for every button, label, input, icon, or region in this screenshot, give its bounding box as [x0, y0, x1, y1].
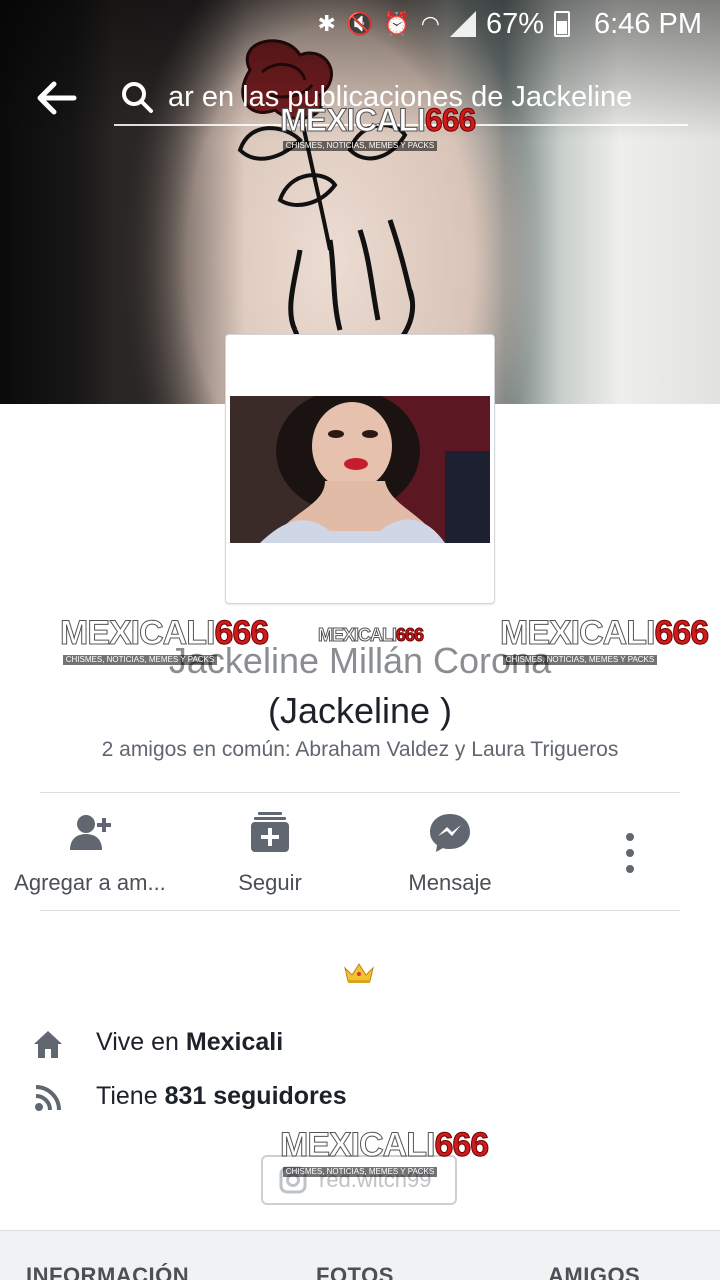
watermark-tagline: CHISMES, NOTICIAS, MEMES Y PACKS	[62, 655, 218, 665]
divider	[40, 910, 680, 911]
message-button[interactable]: Mensaje	[360, 800, 540, 910]
tab-fotos[interactable]: FOTOS	[316, 1263, 394, 1280]
mutual-friends[interactable]: 2 amigos en común: Abraham Valdez y Laur…	[0, 738, 720, 762]
clock: 6:46 PM	[594, 7, 702, 40]
watermark-number: 666	[396, 625, 425, 645]
watermark-logo: MEXICALI666	[317, 625, 424, 645]
watermark-brand: MEXICALI	[59, 614, 215, 652]
alarm-icon: ⏰	[383, 11, 411, 36]
mute-icon: 🔇	[345, 11, 374, 36]
watermark-brand: MEXICALI	[317, 625, 397, 645]
tab-informacion[interactable]: INFORMACIÓN	[26, 1263, 189, 1280]
follow-button[interactable]: Seguir	[180, 800, 360, 910]
divider	[40, 792, 680, 793]
watermark-number: 666	[214, 614, 270, 652]
messenger-icon	[430, 814, 470, 852]
watermark-number: 666	[424, 102, 476, 138]
watermark-brand: MEXICALI	[499, 614, 655, 652]
followers-prefix: Tiene	[96, 1082, 165, 1110]
profile-photo	[230, 396, 490, 543]
add-friend-button[interactable]: Agregar a am...	[0, 800, 180, 910]
tab-amigos[interactable]: AMIGOS	[548, 1263, 640, 1280]
search-icon	[122, 82, 153, 113]
lives-in-row: Vive en Mexicali	[0, 1024, 720, 1064]
signal-icon	[449, 11, 476, 37]
wifi-icon: ◠	[420, 11, 440, 36]
bluetooth-icon: ✱	[317, 11, 336, 36]
profile-name-line2: (Jackeline )	[267, 690, 453, 731]
add-friend-icon	[70, 815, 111, 850]
crown-icon	[344, 963, 374, 983]
battery-percent: 67%	[485, 7, 544, 40]
watermark-logo: MEXICALI666 CHISMES, NOTICIAS, MEMES Y P…	[280, 102, 477, 152]
profile-picture-frame[interactable]	[225, 334, 495, 604]
follow-icon	[251, 812, 289, 852]
lives-city[interactable]: Mexicali	[186, 1028, 283, 1056]
more-options-icon[interactable]	[612, 830, 648, 876]
watermark-tagline: CHISMES, NOTICIAS, MEMES Y PACKS	[282, 141, 438, 151]
rss-feed-icon	[35, 1085, 61, 1111]
lives-prefix: Vive en	[96, 1028, 186, 1056]
watermark-number: 666	[434, 1126, 490, 1164]
status-bar: ✱ 🔇 ⏰ ◠ 67% 6:46 PM	[0, 0, 720, 48]
back-arrow-icon[interactable]	[34, 78, 78, 118]
followers-count[interactable]: 831 seguidores	[165, 1082, 347, 1110]
battery-icon	[554, 11, 570, 37]
message-label: Mensaje	[408, 870, 492, 895]
followers-row: Tiene 831 seguidores	[0, 1078, 720, 1118]
add-friend-label: Agregar a am...	[14, 870, 166, 895]
watermark-tagline: CHISMES, NOTICIAS, MEMES Y PACKS	[502, 655, 658, 665]
watermark-logo: MEXICALI666 CHISMES, NOTICIAS, MEMES Y P…	[59, 614, 270, 666]
watermark-logo: MEXICALI666 CHISMES, NOTICIAS, MEMES Y P…	[279, 1126, 490, 1178]
follow-label: Seguir	[238, 870, 302, 895]
watermark-tagline: CHISMES, NOTICIAS, MEMES Y PACKS	[282, 1167, 438, 1177]
watermark-brand: MEXICALI	[280, 102, 427, 138]
watermark-logo: MEXICALI666 CHISMES, NOTICIAS, MEMES Y P…	[499, 614, 710, 666]
watermark-number: 666	[654, 614, 710, 652]
action-bar: Agregar a am... Seguir Mensaje	[0, 800, 720, 910]
profile-tabs: INFORMACIÓN FOTOS AMIGOS	[0, 1230, 720, 1280]
watermark-brand: MEXICALI	[279, 1126, 435, 1164]
home-icon	[34, 1031, 62, 1058]
